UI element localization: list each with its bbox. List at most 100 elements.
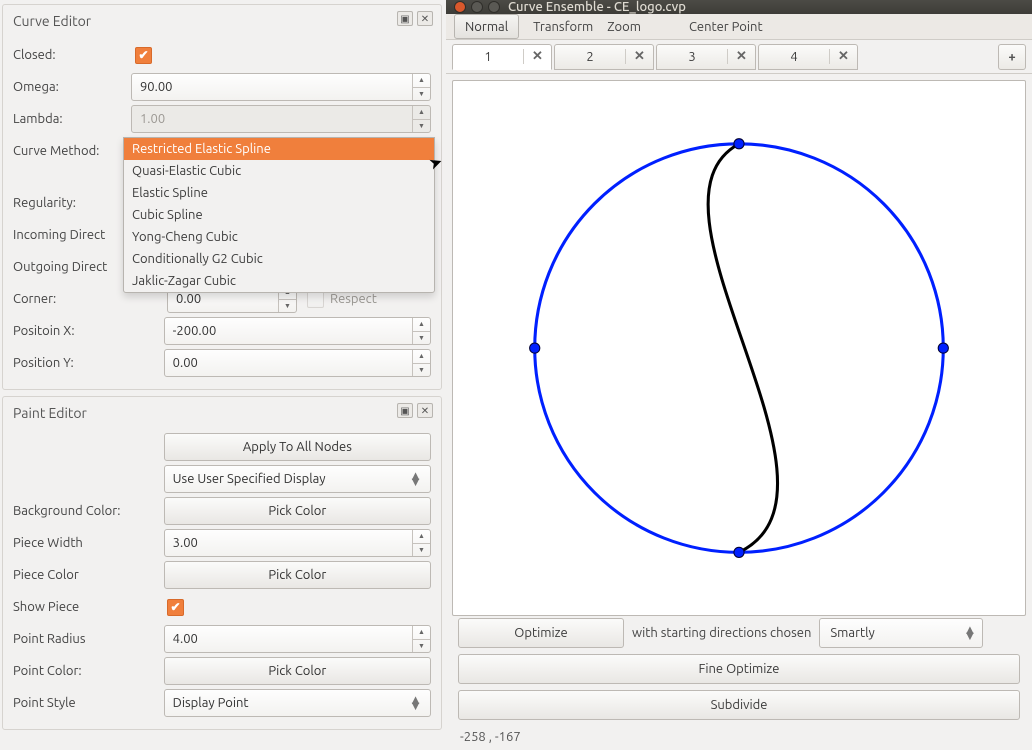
pos-y-label: Position Y:: [13, 356, 160, 370]
point-color-label: Point Color:: [13, 664, 160, 678]
add-tab-button[interactable]: +: [998, 44, 1026, 70]
pos-x-input[interactable]: -200.00 ▲▼: [164, 317, 431, 345]
toolbar-zoom-button[interactable]: Zoom: [607, 20, 641, 34]
toolbar-transform-button[interactable]: Transform: [533, 20, 593, 34]
curve-method-label: Curve Method:: [13, 144, 127, 158]
pos-y-input[interactable]: 0.00 ▲▼: [164, 349, 431, 377]
tab-label: 1: [453, 50, 523, 64]
subdivide-button[interactable]: Subdivide: [458, 690, 1020, 720]
lambda-label: Lambda:: [13, 112, 127, 126]
apply-all-nodes-button[interactable]: Apply To All Nodes: [164, 433, 431, 461]
spin-down-icon[interactable]: ▼: [413, 640, 430, 653]
panel-close-icon[interactable]: ✕: [417, 11, 433, 26]
pos-x-label: Positoin X:: [13, 324, 160, 338]
spin-up-icon[interactable]: ▲: [413, 350, 430, 364]
spin-up-icon: ▲: [413, 106, 430, 120]
curve-method-option[interactable]: Cubic Spline: [124, 204, 434, 226]
cursor-coordinates: -258 , -167: [458, 726, 1020, 744]
piece-width-input[interactable]: 3.00 ▲▼: [164, 529, 431, 557]
curve-method-option[interactable]: Jaklic-Zagar Cubic: [124, 270, 434, 292]
paint-editor-panel: Paint Editor ▣ ✕ Apply To All Nodes Use …: [2, 396, 442, 730]
spin-down-icon[interactable]: ▼: [413, 332, 430, 345]
tab[interactable]: 3✕: [656, 44, 756, 70]
spin-up-icon[interactable]: ▲: [413, 74, 430, 88]
toolbar-center-point-button[interactable]: Center Point: [689, 20, 763, 34]
spin-down-icon[interactable]: ▼: [413, 364, 430, 377]
tabs-bar: 1✕2✕3✕4✕+: [446, 40, 1032, 74]
tab-label: 3: [657, 50, 727, 64]
window-titlebar[interactable]: Curve Ensemble - CE_logo.cvp: [446, 0, 1032, 14]
bg-color-label: Background Color:: [13, 504, 160, 518]
main-window: Curve Ensemble - CE_logo.cvp Normal Tran…: [446, 0, 1032, 744]
bg-pick-color-button[interactable]: Pick Color: [164, 497, 431, 525]
panel-restore-icon[interactable]: ▣: [397, 403, 413, 418]
tab-label: 2: [555, 50, 625, 64]
curve-method-options[interactable]: Restricted Elastic SplineQuasi-Elastic C…: [123, 137, 435, 293]
curve-method-option[interactable]: Yong-Cheng Cubic: [124, 226, 434, 248]
curve-editor-panel: Curve Editor ▣ ✕ Closed: ✔ Omega: 90.00 …: [2, 4, 442, 390]
corner-value: 0.00: [176, 292, 201, 306]
tab-close-icon[interactable]: ✕: [625, 49, 653, 64]
window-title: Curve Ensemble - CE_logo.cvp: [508, 0, 686, 14]
point-style-dropdown[interactable]: Display Point ▲▼: [164, 689, 431, 717]
curve-method-option[interactable]: Elastic Spline: [124, 182, 434, 204]
pos-x-value: -200.00: [173, 324, 217, 338]
piece-color-label: Piece Color: [13, 568, 160, 582]
respect-checkbox: [307, 291, 324, 308]
closed-label: Closed:: [13, 48, 131, 62]
spin-down-icon[interactable]: ▼: [413, 544, 430, 557]
spin-down-icon[interactable]: ▼: [279, 300, 296, 313]
curve-editor-title: Curve Editor: [13, 13, 431, 29]
panel-restore-icon[interactable]: ▣: [397, 11, 413, 26]
piece-pick-color-button[interactable]: Pick Color: [164, 561, 431, 589]
paint-editor-title: Paint Editor: [13, 405, 431, 421]
point-style-label: Point Style: [13, 696, 160, 710]
spin-up-icon[interactable]: ▲: [413, 318, 430, 332]
respect-label: Respect: [330, 292, 377, 306]
toolbar: Normal Transform Zoom Center Point: [446, 14, 1032, 40]
lambda-value: 1.00: [140, 112, 165, 126]
with-directions-label: with starting directions chosen: [632, 626, 811, 640]
spin-up-icon[interactable]: ▲: [413, 626, 430, 640]
toolbar-normal-button[interactable]: Normal: [454, 14, 519, 39]
display-mode-dropdown[interactable]: Use User Specified Display ▲▼: [164, 465, 431, 493]
tab-label: 4: [759, 50, 829, 64]
spin-down-icon[interactable]: ▼: [413, 88, 430, 101]
drawing-canvas[interactable]: [452, 80, 1026, 616]
window-close-icon[interactable]: [454, 1, 466, 13]
piece-width-value: 3.00: [173, 536, 198, 550]
show-piece-label: Show Piece: [13, 600, 163, 614]
regularity-label: Regularity:: [13, 196, 131, 210]
omega-value: 90.00: [140, 80, 173, 94]
omega-input[interactable]: 90.00 ▲▼: [131, 73, 431, 101]
closed-checkbox[interactable]: ✔: [135, 47, 152, 64]
window-maximize-icon[interactable]: [488, 1, 500, 13]
corner-label: Corner:: [13, 292, 163, 306]
curve-method-option[interactable]: Quasi-Elastic Cubic: [124, 160, 434, 182]
point-style-value: Display Point: [173, 696, 249, 710]
point-pick-color-button[interactable]: Pick Color: [164, 657, 431, 685]
display-mode-value: Use User Specified Display: [173, 472, 326, 486]
tab-close-icon[interactable]: ✕: [727, 49, 755, 64]
curve-method-option[interactable]: Conditionally G2 Cubic: [124, 248, 434, 270]
lambda-input: 1.00 ▲▼: [131, 105, 431, 133]
window-minimize-icon[interactable]: [471, 1, 483, 13]
pos-y-value: 0.00: [173, 356, 198, 370]
panel-close-icon[interactable]: ✕: [417, 403, 433, 418]
tab[interactable]: 1✕: [452, 44, 552, 70]
tab-close-icon[interactable]: ✕: [829, 49, 857, 64]
point-radius-input[interactable]: 4.00 ▲▼: [164, 625, 431, 653]
smartly-value: Smartly: [830, 626, 874, 640]
tab-close-icon[interactable]: ✕: [523, 49, 551, 64]
spin-up-icon[interactable]: ▲: [413, 530, 430, 544]
show-piece-checkbox[interactable]: ✔: [167, 599, 184, 616]
piece-width-label: Piece Width: [13, 536, 160, 550]
point-radius-value: 4.00: [173, 632, 198, 646]
tab[interactable]: 4✕: [758, 44, 858, 70]
smartly-dropdown[interactable]: Smartly ▲▼: [819, 618, 983, 648]
curve-method-option[interactable]: Restricted Elastic Spline: [124, 138, 434, 160]
tab[interactable]: 2✕: [554, 44, 654, 70]
point-radius-label: Point Radius: [13, 632, 160, 646]
optimize-button[interactable]: Optimize: [458, 618, 624, 648]
fine-optimize-button[interactable]: Fine Optimize: [458, 654, 1020, 684]
